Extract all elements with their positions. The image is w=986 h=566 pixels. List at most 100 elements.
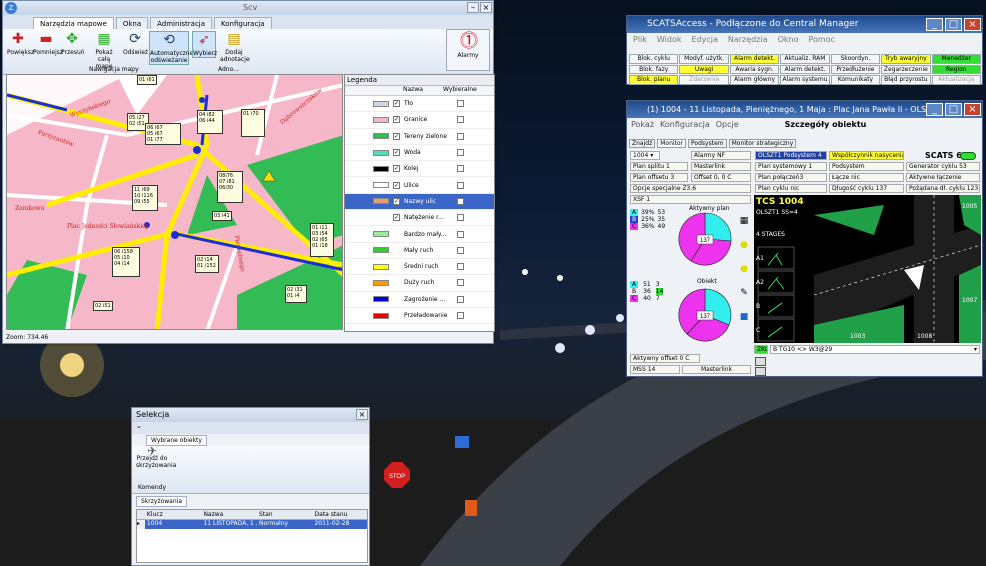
bulb-icon[interactable]: ● (737, 257, 751, 281)
selectable-checkbox[interactable] (457, 295, 464, 303)
close-button[interactable]: × (480, 2, 492, 13)
col-state[interactable]: Stan (257, 510, 313, 519)
legend-row[interactable]: ✓ Kolej (345, 161, 494, 178)
map-site-label[interactable]: 02 i31 01 i4 (285, 285, 307, 303)
map-site-label[interactable]: 02 i51 (93, 301, 113, 311)
scats-function-button[interactable]: Zdarzenia (679, 75, 729, 85)
details-maximize-button[interactable]: □ (945, 103, 962, 116)
scats-function-button[interactable]: Alarm detekt. (729, 54, 780, 64)
scats-function-button[interactable]: Uwagi (679, 64, 729, 74)
visibility-checkbox[interactable]: ✓ (393, 214, 400, 222)
legend-row[interactable]: ✓ Nazwy ulic (345, 193, 494, 211)
scats-function-button[interactable]: Alarm główny (729, 75, 780, 85)
menu-view[interactable]: Widok (657, 35, 682, 44)
selectable-checkbox[interactable] (457, 116, 464, 124)
scats-function-button[interactable]: Blok. fazy (629, 64, 679, 74)
annotation-button[interactable]: ▤ Dodaj adnotacje (220, 31, 250, 63)
tab-map-tools[interactable]: Narzędzia mapowe (33, 17, 114, 29)
menu-edit[interactable]: Edycja (691, 35, 717, 44)
subtab-strategic[interactable]: Monitor strategiczny (728, 139, 797, 148)
col-key[interactable]: Klucz (145, 510, 202, 519)
scats-maximize-button[interactable]: □ (945, 18, 962, 31)
tools-icon[interactable]: ✎ (737, 281, 751, 305)
show-map-button[interactable]: ▦ Pokaż całą mapę (89, 31, 119, 70)
details-titlebar[interactable]: (1) 1004 - 11 Listopada, Pieniężnego, 1 … (627, 101, 982, 118)
legend-row[interactable]: ✓ Tereny zielone (345, 129, 494, 145)
selectable-checkbox[interactable] (457, 214, 464, 222)
selectable-checkbox[interactable] (457, 279, 464, 287)
legend-row[interactable]: Średni ruch (345, 259, 494, 276)
legend-row[interactable]: Bardzo mały... (345, 226, 494, 243)
selection-close-button[interactable]: × (356, 409, 368, 420)
visibility-checkbox[interactable]: ✓ (393, 197, 400, 205)
scats-function-button[interactable]: Komunikaty (830, 75, 881, 85)
col-state-date[interactable]: Data stanu (312, 510, 367, 519)
minimize-button[interactable]: – (467, 2, 479, 13)
legend-row[interactable]: Przeładowanie (345, 308, 494, 325)
scats-function-button[interactable]: Awaria sygn. (729, 64, 780, 74)
visibility-checkbox[interactable]: ✓ (393, 116, 400, 124)
map-site-label[interactable]: 01 i61 (137, 75, 157, 85)
scats-function-button[interactable]: Alarm detekt. (780, 64, 830, 74)
refresh-button[interactable]: ⟳ Odśwież (123, 31, 148, 56)
selectable-checkbox[interactable] (457, 263, 464, 271)
menu-help[interactable]: Pomoc (808, 35, 835, 44)
visibility-checkbox[interactable]: ✓ (393, 132, 400, 140)
car-icon[interactable]: ■ (737, 305, 751, 329)
zoom-out-button[interactable]: ▬ Pomniejsz (33, 31, 63, 56)
zoom-in-button[interactable]: ✚ Powiększ (7, 31, 34, 56)
menu-tools[interactable]: Narzędzia (728, 35, 768, 44)
subtab-monitor[interactable]: Monitor (657, 139, 687, 148)
legend-row[interactable]: ✓ Ulice (345, 177, 494, 194)
legend-row[interactable]: ✓ Tło (345, 96, 494, 113)
visibility-checkbox[interactable]: ✓ (393, 181, 400, 189)
scats-function-button[interactable]: Zegarzeczenie (881, 64, 931, 74)
bulb-icon[interactable]: ● (737, 233, 751, 257)
record-icon[interactable] (755, 367, 766, 376)
legend-row[interactable]: ✓ Granice (345, 112, 494, 129)
legend-row[interactable]: ✓ Natężenie r... (345, 210, 494, 227)
menu-file[interactable]: Plik (633, 35, 647, 44)
subtab-find[interactable]: Znajdź (629, 139, 656, 148)
map-canvas[interactable]: 01 i61 05 i27 02 i51 06 i67 05 i67 01 i77 0… (6, 74, 343, 330)
tab-configuration[interactable]: Konfiguracja (214, 17, 272, 29)
tab-administration[interactable]: Administracja (150, 17, 213, 29)
scats-function-button[interactable]: Przedłużenie (830, 64, 881, 74)
selectable-checkbox[interactable] (457, 230, 464, 238)
site-select[interactable]: 1004 ▾ (630, 151, 660, 160)
table-row[interactable]: ▸ 1004 11 LISTOPADA, 1 ... Normalny 2011… (137, 520, 367, 529)
selection-titlebar[interactable]: Selekcja × (132, 408, 369, 422)
tab-intersections[interactable]: Skrzyżowania (136, 496, 188, 507)
scats-minimize-button[interactable]: _ (926, 18, 943, 31)
menu-window[interactable]: Okno (778, 35, 799, 44)
pan-button[interactable]: ✥ Przesuń (61, 31, 85, 56)
legend-row[interactable]: Zagrożenie ... (345, 292, 494, 308)
record-icon[interactable] (755, 357, 766, 366)
tab-windows[interactable]: Okna (115, 17, 149, 29)
subtab-subsystem[interactable]: Podsystem (688, 139, 727, 148)
visibility-checkbox[interactable]: ✓ (393, 149, 400, 157)
scats-function-button[interactable]: Region (931, 64, 981, 74)
scats-function-button[interactable]: Aktualiz. RAM (780, 54, 830, 64)
menu-options[interactable]: Opcje (716, 120, 739, 129)
scats-function-button[interactable]: Błąd przyrostu (881, 75, 931, 85)
auto-refresh-button[interactable]: ⟲ Automatyczne odświeżanie (149, 31, 193, 65)
map-site-label[interactable]: 08i76 07 i81 06i30 (217, 171, 243, 203)
alarms-button[interactable]: ⓵ Alarmy (446, 29, 490, 71)
scats-function-button[interactable]: Menedżer (931, 54, 981, 64)
scats-function-button[interactable]: Alarm systemu (780, 75, 830, 85)
selectable-checkbox[interactable] (457, 181, 464, 189)
col-name[interactable]: Nazwa (201, 510, 257, 519)
selectable-checkbox[interactable] (457, 100, 464, 108)
selectable-checkbox[interactable] (457, 165, 464, 173)
legend-row[interactable]: Mały ruch (345, 243, 494, 259)
map-window-titlebar[interactable]: Z Scv – × (3, 1, 493, 15)
visibility-checkbox[interactable]: ✓ (393, 165, 400, 173)
legend-row[interactable]: Duży ruch (345, 275, 494, 292)
map-site-label[interactable]: 01 i70 (241, 109, 265, 137)
map-site-label[interactable]: 01 i11 03 i54 02 i65 01 i18 (310, 223, 334, 257)
selectable-checkbox[interactable] (457, 246, 464, 254)
menu-show[interactable]: Pokaż (631, 120, 654, 129)
phase-dropdown[interactable]: B TG10 <> W3@29 ▾ (770, 345, 980, 354)
map-site-label[interactable]: 06 i158 05 i10 04 i14 (112, 247, 140, 277)
